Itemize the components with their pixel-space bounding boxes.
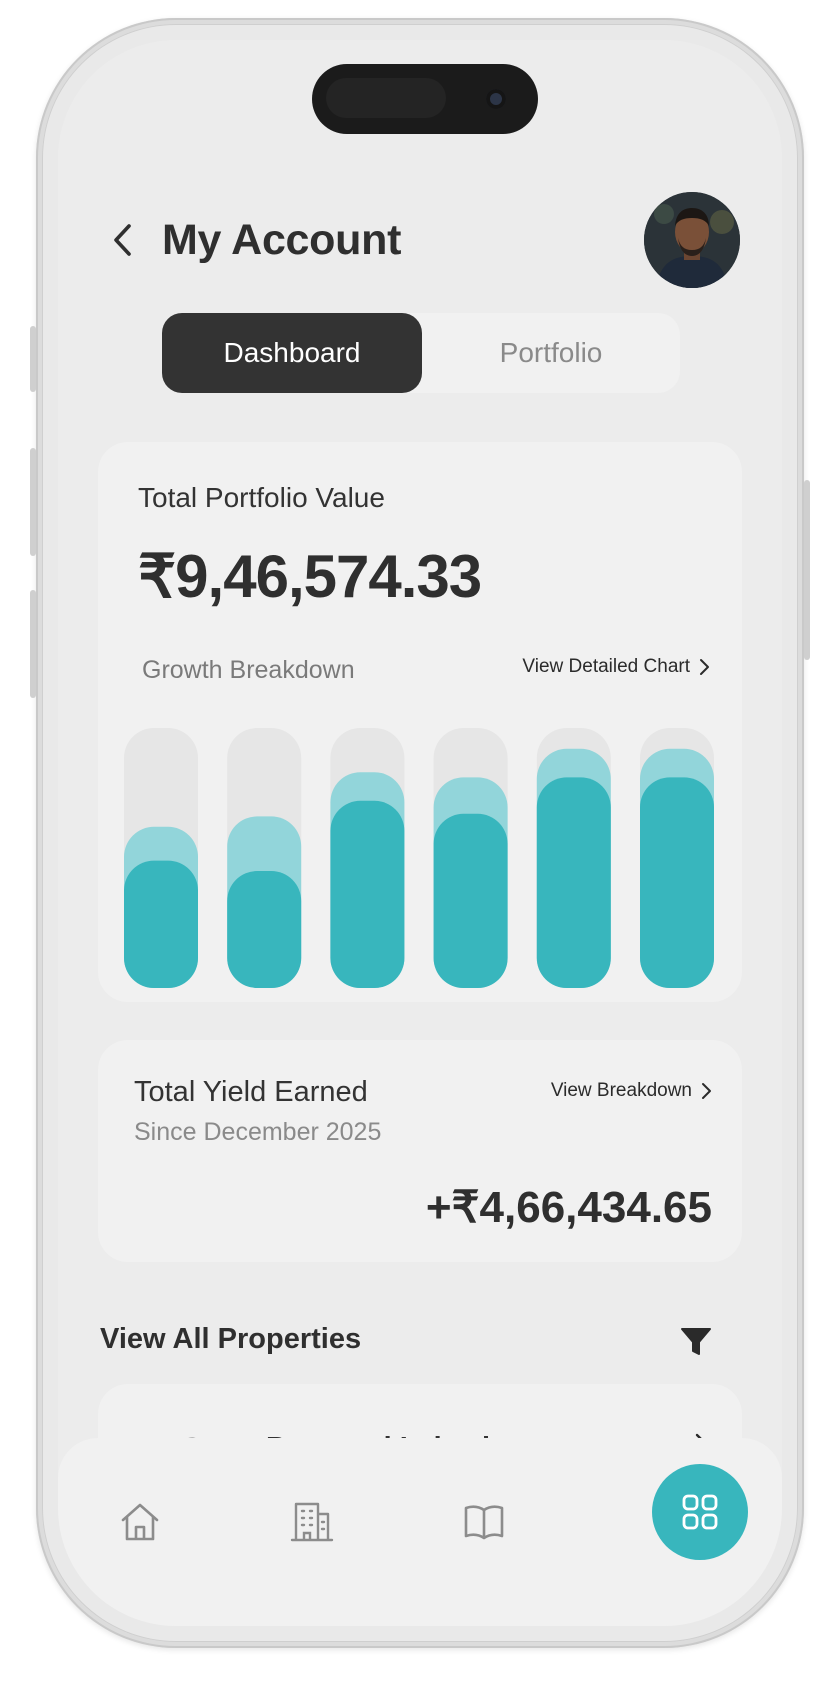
bar-primary	[227, 871, 302, 988]
app-screen: My Account Dashboard Portfolio Total Por…	[58, 40, 782, 1626]
filter-button[interactable]	[674, 1320, 718, 1364]
segmented-control: Dashboard Portfolio	[162, 313, 680, 393]
action-button	[30, 326, 36, 392]
portfolio-value: ₹9,46,574.33	[138, 543, 482, 610]
book-icon	[464, 1505, 504, 1540]
view-detailed-chart-label: View Detailed Chart	[522, 656, 690, 677]
nav-properties[interactable]	[284, 1494, 340, 1550]
portfolio-card: Total Portfolio Value ₹9,46,574.33 Growt…	[98, 442, 742, 1002]
avatar[interactable]	[644, 192, 740, 288]
chevron-right-icon	[700, 659, 709, 675]
portfolio-value-label: Total Portfolio Value	[138, 482, 385, 513]
growth-breakdown-label: Growth Breakdown	[142, 656, 355, 684]
bar-primary	[124, 860, 198, 988]
home-icon	[121, 1503, 159, 1541]
bar-primary	[536, 777, 611, 988]
view-detailed-chart-link[interactable]: View Detailed Chart	[522, 656, 710, 678]
building-icon	[290, 1502, 334, 1542]
chevron-right-icon	[702, 1083, 711, 1099]
header: My Account	[58, 190, 782, 290]
chevron-left-icon	[114, 224, 131, 256]
yield-since: Since December 2025	[134, 1118, 382, 1146]
nav-home[interactable]	[112, 1494, 168, 1550]
grid-icon	[682, 1494, 718, 1530]
tab-portfolio[interactable]: Portfolio	[422, 313, 680, 393]
nav-dashboard[interactable]	[652, 1464, 748, 1560]
back-button[interactable]	[102, 218, 142, 262]
filter-icon	[681, 1328, 711, 1355]
yield-value: +₹4,66,434.65	[425, 1183, 712, 1232]
power-button	[804, 480, 810, 660]
growth-bar-chart	[124, 728, 714, 988]
dynamic-island	[312, 64, 538, 134]
bar-primary	[433, 813, 508, 988]
volume-up-button	[30, 448, 36, 556]
volume-down-button	[30, 590, 36, 698]
view-breakdown-label: View Breakdown	[550, 1080, 692, 1101]
bar-primary	[330, 800, 405, 988]
nav-learn[interactable]	[456, 1494, 512, 1550]
yield-title: Total Yield Earned	[134, 1076, 368, 1108]
page-title: My Account	[162, 216, 402, 264]
bottom-nav	[58, 1438, 782, 1626]
tab-dashboard[interactable]: Dashboard	[162, 313, 422, 393]
yield-card: Total Yield Earned Since December 2025 V…	[98, 1040, 742, 1262]
bar-primary	[640, 777, 714, 988]
properties-section-title: View All Properties	[100, 1323, 362, 1355]
view-breakdown-link[interactable]: View Breakdown	[551, 1080, 712, 1102]
